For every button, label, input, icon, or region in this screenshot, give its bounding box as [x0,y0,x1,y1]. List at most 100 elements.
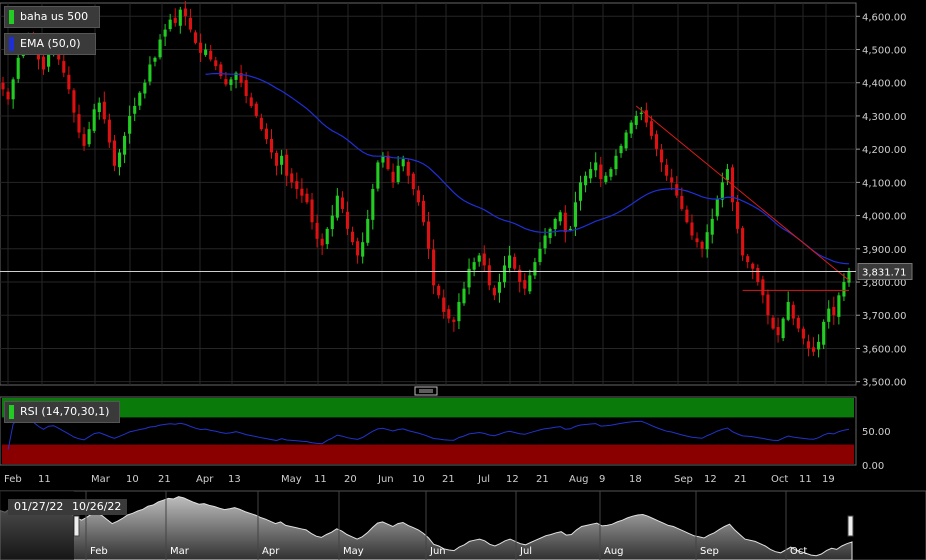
candle-body [482,253,486,266]
candle-body [700,241,704,249]
navigator-month-label: Apr [262,546,280,557]
candle-body [568,228,572,230]
candle-body [315,222,319,239]
candle-body [16,57,20,79]
candle-body [725,169,729,181]
rsi-panel[interactable]: 50.00 0.00 [0,386,891,472]
candle-body [735,201,740,229]
candle[interactable] [822,319,826,350]
x-tick-label: May [281,474,302,485]
candle-body [665,164,669,176]
candle-body [594,162,598,171]
candle-body [117,152,122,168]
candle-body [563,212,567,233]
candle-body [680,195,684,209]
candle[interactable] [781,317,785,342]
candle-body [528,275,532,292]
rsi-legend[interactable]: RSI (14,70,30,1) [4,401,120,423]
candle-body [690,222,694,236]
candle-body [128,115,132,134]
candle-body [578,182,583,201]
candle-body [340,197,344,209]
x-tick-label: 10 [126,474,139,485]
x-tick-label: 11 [799,474,812,485]
ema-swatch [9,37,14,51]
candle-body [548,228,552,238]
rsi-oversold-zone [2,444,854,464]
candle-body [87,129,91,145]
rsi-name: RSI (14,70,30,1) [20,405,110,418]
navigator[interactable]: Feb Mar Apr May Jun Jul Aug Sep Oct [0,490,926,560]
candle-body [832,306,836,316]
candle-body [477,255,481,262]
instrument-legend[interactable]: baha us 500 [4,6,100,28]
candle-body [796,317,800,329]
candle-body [705,232,709,250]
candle-body [163,29,167,37]
candle-body [280,155,284,165]
x-tick-label: 18 [629,474,642,485]
candle-body [629,122,633,134]
rsi-swatch [9,405,14,419]
candle-body [97,102,101,113]
price-panel[interactable]: 4,600.00 4,500.00 4,400.00 4,300.00 4,200.00… [0,0,913,389]
candle-body [264,128,268,140]
x-tick-label: 21 [734,474,747,485]
candle-body [345,211,350,229]
y-tick-label: 4,600.00 [862,12,907,23]
candle-body [619,145,623,154]
candle-body [138,92,142,106]
navigator-end-date[interactable]: 10/26/22 [66,499,128,515]
x-tick-label: 11 [314,474,327,485]
candle-body [67,74,71,90]
ema-legend[interactable]: EMA (50,0) [4,33,96,55]
navigator-month-label: Feb [90,546,108,557]
rsi-tick-label: 50.00 [862,427,891,438]
candle-body [335,195,339,218]
x-tick-label: Apr [196,474,214,485]
candle-body [457,301,461,322]
candle-body [756,268,760,283]
candle-body [366,218,370,243]
candle[interactable] [624,129,628,152]
price-plot-area[interactable] [0,2,857,386]
x-tick-label: 12 [704,474,717,485]
candle-body [771,317,775,329]
rsi-overbought-zone [2,398,854,418]
candle-body [786,301,790,320]
candle-body [492,287,496,296]
candle-body [487,265,491,286]
candle-body [847,271,851,283]
candle-body [310,199,314,223]
y-tick-label: 4,300.00 [862,112,907,123]
candle-body [538,248,542,262]
x-tick-label: 20 [344,474,357,485]
candle[interactable] [376,160,380,192]
candle-body [249,97,253,106]
candle-body [158,39,162,58]
candle-body [462,288,466,304]
candle-body [330,215,334,230]
y-tick-label: 4,100.00 [862,178,907,189]
navigator-left-handle[interactable] [73,515,80,537]
chart-stage: 4,600.00 4,500.00 4,400.00 4,300.00 4,200.00… [0,0,926,560]
x-tick-label: Sep [674,474,693,485]
navigator-right-handle[interactable] [847,515,854,537]
navigator-start-date[interactable]: 01/27/22 [8,499,70,515]
candle-body [102,101,106,120]
candle-body [188,17,192,30]
candle-body [751,263,755,269]
candle-body [715,198,719,217]
candle-body [558,212,562,222]
candle-body [508,255,512,268]
pane-resize-handle[interactable] [414,386,438,396]
instrument-swatch [9,10,14,24]
candle[interactable] [193,30,198,45]
candle-body [406,161,410,176]
candle-body [426,221,431,249]
candle[interactable] [254,101,258,118]
navigator-month-label: Mar [170,546,190,557]
candle-body [543,235,547,249]
candle-body [766,294,770,316]
candle-body [361,242,365,257]
